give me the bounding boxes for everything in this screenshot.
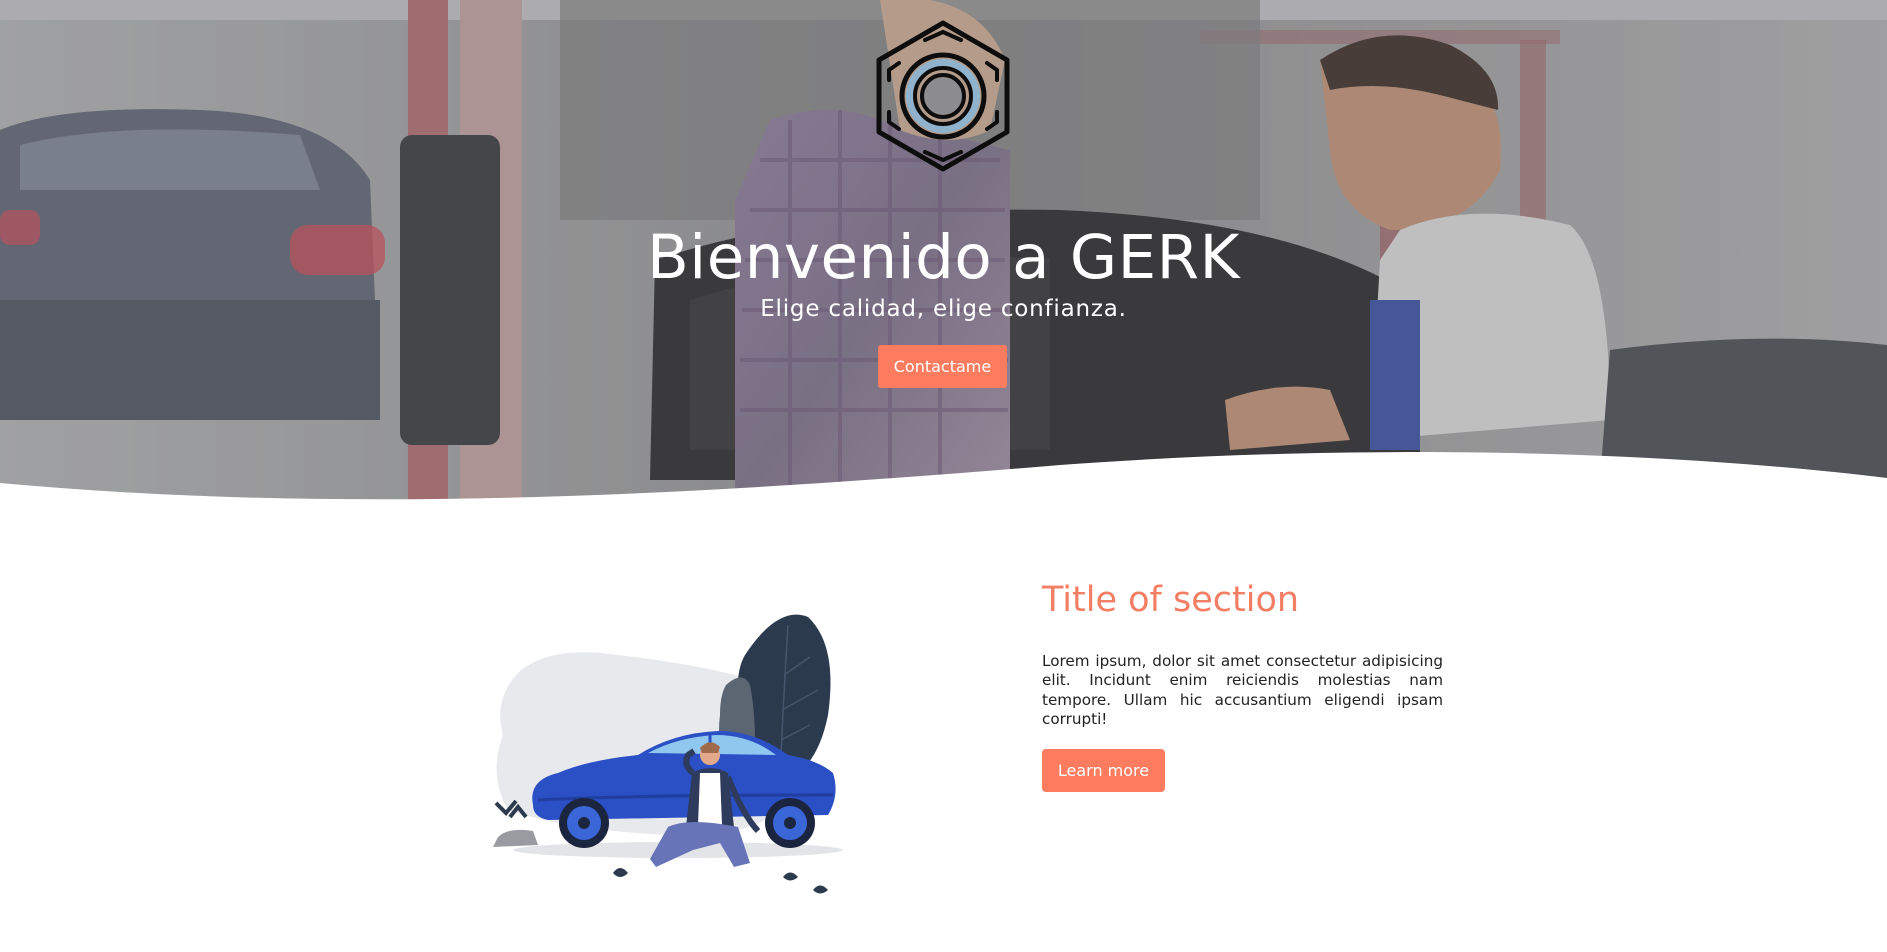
hero-title: Bienvenido a GERK: [646, 222, 1241, 293]
hero-section: Bienvenido a GERK Elige calidad, elige c…: [0, 0, 1887, 510]
hero-subtitle: Elige calidad, elige confianza.: [760, 296, 1127, 322]
learn-more-button[interactable]: Learn more: [1042, 749, 1165, 792]
contact-button[interactable]: Contactame: [878, 345, 1007, 388]
section-title: Title of section: [1042, 580, 1300, 620]
hex-nut-icon: [876, 20, 1010, 172]
broken-car-illustration: [493, 614, 843, 894]
section-text: Lorem ipsum, dolor sit amet consectetur …: [1042, 652, 1443, 728]
